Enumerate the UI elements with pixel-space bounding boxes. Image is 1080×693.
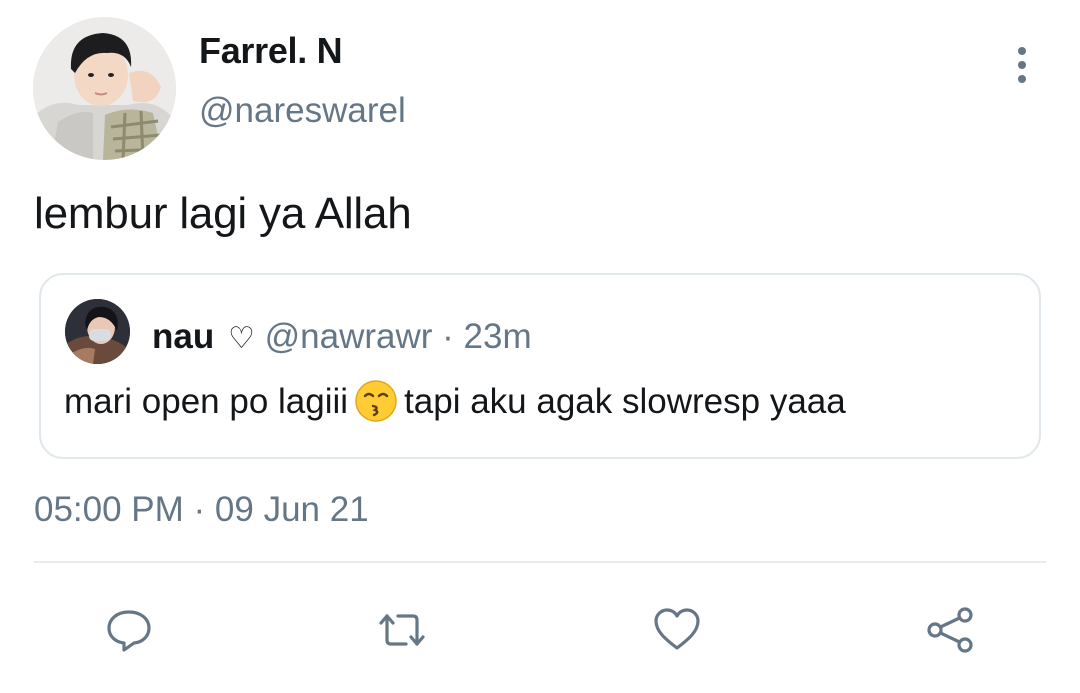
tweet-text: lembur lagi ya Allah: [34, 189, 412, 238]
quoted-time: 23m: [463, 317, 532, 356]
quoted-display-name[interactable]: nau: [152, 317, 214, 356]
heart-symbol: ♡: [227, 322, 255, 355]
tweet-timestamp: 05:00 PM · 09 Jun 21: [34, 490, 369, 529]
divider: [34, 561, 1046, 563]
reply-icon[interactable]: [101, 602, 157, 658]
share-icon[interactable]: [922, 602, 978, 658]
author-handle[interactable]: @nareswarel: [199, 91, 406, 131]
quoted-text-part-2: tapi aku agak slowresp yaaa: [404, 382, 846, 421]
quoted-text: mari open po lagiii tapi aku agak slowre…: [64, 379, 846, 423]
quoted-author-avatar[interactable]: [65, 299, 130, 364]
quoted-text-part-1: mari open po lagiii: [64, 382, 349, 421]
like-icon[interactable]: [649, 602, 705, 658]
tweet-detail: Farrel. N @nareswarel lembur lagi ya All…: [0, 0, 1080, 693]
author-display-name[interactable]: Farrel. N: [199, 30, 343, 72]
quoted-handle[interactable]: @nawrawr: [265, 317, 433, 356]
author-avatar[interactable]: [33, 17, 176, 160]
quoted-tweet-card[interactable]: nau ♡ @nawrawr · 23m mari open po lagiii…: [39, 273, 1041, 459]
more-options-icon[interactable]: [1002, 40, 1042, 90]
retweet-icon[interactable]: [374, 602, 430, 658]
quoted-header: nau ♡ @nawrawr · 23m: [152, 317, 532, 357]
separator-dot: ·: [442, 317, 454, 356]
kissing-face-emoji-icon: [354, 379, 398, 423]
